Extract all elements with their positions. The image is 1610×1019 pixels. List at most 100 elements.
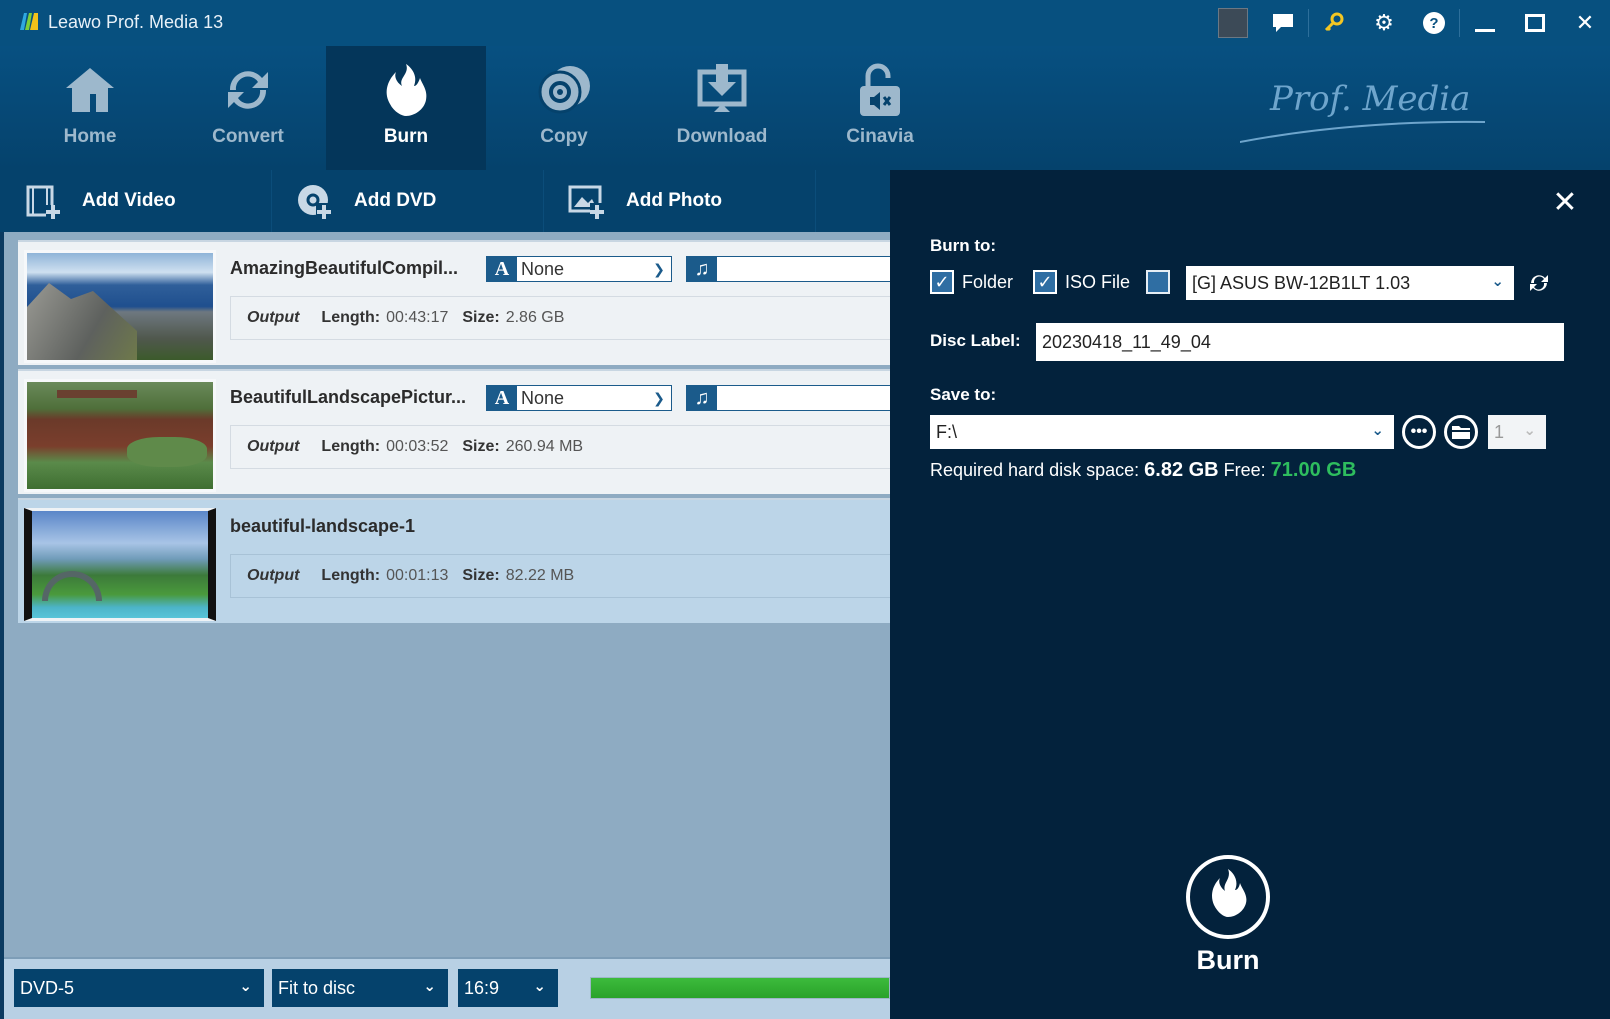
film-add-icon — [26, 185, 60, 219]
maximize-icon[interactable] — [1510, 0, 1560, 46]
video-thumbnail — [24, 508, 216, 621]
nav-copy[interactable]: Copy — [484, 46, 644, 170]
photo-add-icon — [568, 185, 604, 219]
aspect-value: 16:9 — [464, 977, 500, 998]
help-icon[interactable]: ? — [1409, 0, 1459, 46]
free-space-label: Free: — [1223, 460, 1266, 480]
disc-label-input[interactable]: 20230418_11_49_04 — [1036, 323, 1564, 361]
nav-burn[interactable]: Burn — [326, 46, 486, 170]
close-icon[interactable]: ✕ — [1560, 0, 1610, 46]
copies-select[interactable]: 1 ⌄ — [1488, 415, 1546, 449]
nav-label: Home — [63, 126, 117, 147]
subtitle-select[interactable]: A None ❯ — [486, 256, 672, 282]
video-thumbnail — [24, 250, 216, 363]
chevron-down-icon: ⌄ — [1371, 422, 1384, 439]
file-item[interactable]: beautiful-landscape-1 Output Length: 00:… — [18, 498, 890, 623]
audio-track-select[interactable]: ♫ — [686, 385, 896, 411]
folder-label: Folder — [962, 271, 1014, 292]
length-value: 00:03:52 — [386, 438, 449, 455]
subtitle-value: None — [521, 258, 565, 279]
length-label: Length: — [321, 309, 381, 326]
required-space-value: 6.82 GB — [1144, 459, 1219, 481]
nav-label: Convert — [212, 126, 284, 147]
file-name: BeautifulLandscapePictur... — [230, 387, 467, 407]
chevron-down-icon: ⌄ — [1491, 273, 1504, 290]
quality-select[interactable]: Fit to disc ⌄ — [272, 969, 448, 1007]
chevron-down-icon: ⌄ — [533, 978, 546, 995]
open-folder-button[interactable] — [1444, 415, 1478, 449]
brand-text: Prof. Media — [1269, 79, 1470, 119]
nav-cinavia[interactable]: Cinavia — [800, 46, 960, 170]
window-controls: ⚙ ? ✕ — [1208, 0, 1610, 46]
disc-usage-bar — [590, 977, 890, 999]
aspect-ratio-select[interactable]: 16:9 ⌄ — [458, 969, 558, 1007]
music-note-icon: ♫ — [687, 257, 717, 281]
disc-label-value: 20230418_11_49_04 — [1042, 331, 1211, 352]
burn-to-label: Burn to: — [930, 236, 997, 255]
length-value: 00:43:17 — [386, 309, 449, 326]
iso-file-label: ISO File — [1065, 271, 1131, 292]
output-label: Output — [247, 309, 300, 326]
output-label: Output — [247, 567, 300, 584]
browse-more-button[interactable]: ••• — [1402, 415, 1436, 449]
burn-button[interactable]: Burn — [1173, 853, 1283, 983]
size-value: 2.86 GB — [505, 309, 565, 326]
add-dvd-button[interactable]: Add DVD — [272, 170, 544, 232]
convert-icon — [228, 71, 268, 109]
music-note-icon: ♫ — [687, 386, 717, 410]
amd-badge-icon[interactable] — [1208, 0, 1258, 46]
nav-label: Copy — [540, 126, 588, 147]
gear-icon[interactable]: ⚙ — [1359, 0, 1409, 46]
add-dvd-label: Add DVD — [354, 190, 437, 211]
disk-space-info: Required hard disk space: 6.82 GB Free: … — [930, 459, 1356, 482]
title-bar: Leawo Prof. Media 13 ⚙ ? ✕ — [0, 0, 1610, 46]
file-item[interactable]: AmazingBeautifulCompil... A None ❯ ♫ Out… — [18, 240, 896, 365]
minimize-icon[interactable] — [1460, 0, 1510, 46]
file-item[interactable]: BeautifulLandscapePictur... A None ❯ ♫ O… — [18, 369, 896, 494]
checkbox-unchecked-icon — [1146, 270, 1170, 294]
nav-convert[interactable]: Convert — [168, 46, 328, 170]
chevron-down-icon: ⌄ — [239, 978, 252, 995]
iso-file-checkbox[interactable]: ✓ ISO File — [1033, 270, 1130, 294]
disc-add-icon — [298, 185, 332, 219]
refresh-drive-icon[interactable] — [1526, 270, 1552, 296]
subtitle-icon: A — [487, 386, 517, 410]
disc-type-select[interactable]: DVD-5 ⌄ — [14, 969, 264, 1007]
nav-label: Download — [676, 126, 768, 147]
audio-track-select[interactable]: ♫ — [686, 256, 896, 282]
nav-download[interactable]: Download — [642, 46, 802, 170]
checkbox-checked-icon: ✓ — [930, 270, 954, 294]
disc-copy-icon — [538, 66, 590, 114]
burn-settings-panel: ✕ Burn to: ✓ Folder ✓ ISO File [G] ASUS … — [890, 170, 1610, 1019]
close-panel-icon[interactable]: ✕ — [1550, 188, 1580, 218]
output-label: Output — [247, 438, 300, 455]
key-icon[interactable] — [1309, 0, 1359, 46]
flame-icon — [386, 64, 427, 116]
nav-home[interactable]: Home — [10, 46, 170, 170]
feedback-icon[interactable] — [1258, 0, 1308, 46]
chevron-down-icon: ⌄ — [1523, 422, 1536, 439]
output-info: Output Length: 00:03:52 Size: 260.94 MB — [230, 425, 890, 469]
subtitle-value: None — [521, 387, 565, 408]
output-info: Output Length: 00:01:13 Size: 82.22 MB — [230, 554, 890, 598]
subtitle-icon: A — [487, 257, 517, 281]
disc-label-label: Disc Label: — [930, 331, 1021, 350]
add-photo-button[interactable]: Add Photo — [544, 170, 816, 232]
file-name: beautiful-landscape-1 — [230, 516, 416, 536]
folder-checkbox[interactable]: ✓ Folder — [930, 270, 1013, 294]
add-video-button[interactable]: Add Video — [0, 170, 272, 232]
svg-text:?: ? — [1429, 15, 1438, 32]
subtitle-select[interactable]: A None ❯ — [486, 385, 672, 411]
drive-select[interactable]: [G] ASUS BW-12B1LT 1.03 ⌄ — [1186, 266, 1514, 300]
free-space-value: 71.00 GB — [1270, 459, 1357, 481]
add-video-label: Add Video — [82, 190, 176, 211]
length-value: 00:01:13 — [386, 567, 449, 584]
main-nav: Home Convert Burn Copy Download Cinavia … — [0, 46, 1610, 170]
save-to-select[interactable]: F:\ ⌄ — [930, 415, 1394, 449]
save-to-label: Save to: — [930, 385, 997, 404]
quality-value: Fit to disc — [278, 977, 356, 998]
burn-flame-icon — [1186, 855, 1270, 939]
chevron-down-icon: ⌄ — [423, 978, 436, 995]
disc-type-value: DVD-5 — [20, 977, 75, 998]
drive-checkbox[interactable] — [1146, 270, 1178, 294]
